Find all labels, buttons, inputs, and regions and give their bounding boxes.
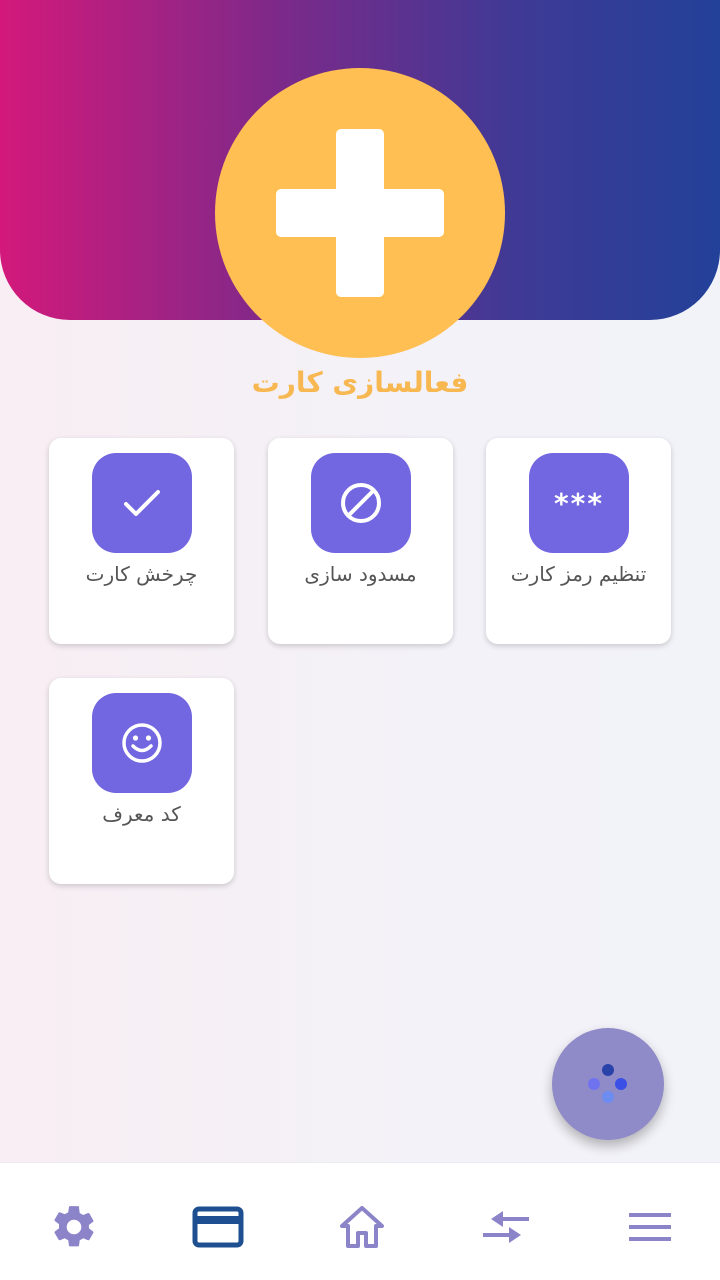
nav-menu[interactable]	[622, 1199, 678, 1255]
block-card-label: مسدود سازی	[304, 562, 417, 586]
check-icon	[124, 490, 160, 516]
set-pin-tile: ***	[529, 453, 629, 553]
smiley-icon	[122, 723, 162, 763]
password-stars-icon: ***	[554, 486, 604, 520]
transfer-arrows-icon	[483, 1211, 529, 1243]
nav-cards[interactable]	[190, 1199, 246, 1255]
rotate-card-button[interactable]: چرخش کارت	[49, 438, 234, 644]
gear-icon	[54, 1206, 94, 1247]
set-card-pin-button[interactable]: *** تنظیم رمز کارت	[486, 438, 671, 644]
fab-dot-top	[602, 1064, 614, 1076]
home-icon	[340, 1206, 384, 1248]
activate-card-button[interactable]	[215, 68, 505, 358]
nav-home[interactable]	[334, 1199, 390, 1255]
rotate-card-label: چرخش کارت	[85, 562, 198, 586]
referral-code-tile	[92, 693, 192, 793]
block-icon	[341, 483, 381, 523]
nav-transfer[interactable]	[478, 1199, 534, 1255]
fab-dot-right	[615, 1078, 627, 1090]
block-card-button[interactable]: مسدود سازی	[268, 438, 453, 644]
plus-icon	[276, 129, 444, 297]
credit-card-icon	[192, 1206, 244, 1248]
floating-action-button[interactable]	[552, 1028, 664, 1140]
block-tile	[311, 453, 411, 553]
hamburger-menu-icon	[629, 1213, 671, 1241]
referral-code-button[interactable]: کد معرف	[49, 678, 234, 884]
activate-card-label: فعالسازی کارت	[251, 366, 469, 399]
fab-dot-left	[588, 1078, 600, 1090]
referral-code-label: کد معرف	[102, 802, 181, 826]
set-card-pin-label: تنظیم رمز کارت	[510, 562, 647, 586]
rotate-card-tile	[92, 453, 192, 553]
bottom-navigation	[0, 1162, 720, 1280]
nav-settings[interactable]	[46, 1199, 102, 1255]
fab-dot-bottom	[602, 1091, 614, 1103]
